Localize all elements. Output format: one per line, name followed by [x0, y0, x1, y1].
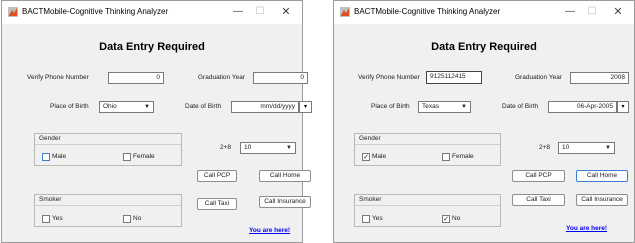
female-label: Female [452, 153, 474, 160]
birthplace-label: Place of Birth [50, 103, 89, 110]
math-label: 2+8 [539, 144, 551, 151]
yes-label: Yes [52, 215, 63, 222]
birthplace-dropdown[interactable]: Ohio ▼ [99, 101, 154, 113]
phone-label: Verify Phone Number [27, 74, 89, 81]
app-window-filled: BACTMobile-Cognitive Thinking Analyzer —… [333, 0, 635, 243]
phone-field[interactable]: 9125112415 [426, 71, 482, 84]
graduation-label: Graduation Year [198, 74, 245, 81]
dropdown-arrow-icon: ▼ [461, 104, 467, 110]
window-title: BACTMobile-Cognitive Thinking Analyzer [22, 7, 169, 16]
no-label: No [452, 215, 461, 222]
minimize-button[interactable]: — [558, 4, 582, 20]
divider [35, 144, 181, 145]
graduation-field[interactable]: 0 [253, 72, 308, 84]
graduation-field[interactable]: 2008 [570, 72, 629, 84]
dob-field[interactable]: 06-Apr-2005 [548, 101, 617, 113]
window-title: BACTMobile-Cognitive Thinking Analyzer [354, 7, 501, 16]
minimize-button[interactable]: — [226, 4, 250, 20]
phone-label: Verify Phone Number [358, 74, 420, 81]
call-home-button[interactable]: Call Home [259, 170, 311, 182]
smoker-panel: Smoker Yes ✓ No [354, 194, 501, 227]
call-insurance-button[interactable]: Call Insurance [576, 194, 628, 206]
math-value: 10 [562, 144, 570, 151]
math-dropdown[interactable]: 10 ▼ [240, 142, 296, 154]
call-taxi-button[interactable]: Call Taxi [512, 194, 565, 206]
you-are-here-link[interactable]: You are here! [249, 227, 290, 234]
app-window-empty: BACTMobile-Cognitive Thinking Analyzer —… [1, 0, 312, 243]
phone-field[interactable]: 0 [108, 72, 164, 84]
matlab-icon [8, 7, 18, 17]
math-dropdown[interactable]: 10 ▼ [558, 142, 615, 154]
yes-label: Yes [372, 215, 383, 222]
gender-panel: Gender ✓ Male Female [354, 133, 501, 166]
no-label: No [133, 215, 142, 222]
call-home-button[interactable]: Call Home [576, 170, 628, 182]
dob-label: Date of Birth [502, 103, 539, 110]
call-pcp-button[interactable]: Call PCP [512, 170, 565, 182]
female-checkbox[interactable] [123, 153, 131, 161]
dob-label: Date of Birth [185, 103, 222, 110]
divider [355, 144, 500, 145]
yes-checkbox[interactable] [42, 215, 50, 223]
dropdown-arrow-icon: ▼ [605, 145, 611, 151]
no-checkbox[interactable] [123, 215, 131, 223]
call-pcp-button[interactable]: Call PCP [197, 170, 237, 182]
divider [35, 205, 181, 206]
close-button[interactable]: ✕ [274, 4, 298, 20]
smoker-title: Smoker [39, 196, 62, 203]
math-value: 10 [244, 144, 252, 151]
smoker-panel: Smoker Yes No [34, 194, 182, 227]
calendar-dropdown-icon[interactable]: ▾ [617, 101, 629, 113]
male-label: Male [52, 153, 67, 160]
gender-panel: Gender Male Female [34, 133, 182, 166]
female-checkbox[interactable] [442, 153, 450, 161]
dropdown-arrow-icon: ▼ [144, 104, 150, 110]
graduation-label: Graduation Year [515, 74, 562, 81]
close-button[interactable]: ✕ [606, 4, 630, 20]
math-label: 2+8 [220, 144, 232, 151]
birthplace-value: Texas [422, 103, 439, 110]
call-taxi-button[interactable]: Call Taxi [197, 198, 237, 210]
gender-title: Gender [39, 135, 61, 142]
title-bar: BACTMobile-Cognitive Thinking Analyzer —… [334, 1, 634, 24]
matlab-icon [340, 7, 350, 17]
male-label: Male [372, 153, 387, 160]
page-title: Data Entry Required [431, 41, 537, 53]
yes-checkbox[interactable] [362, 215, 370, 223]
title-bar: BACTMobile-Cognitive Thinking Analyzer —… [2, 1, 302, 24]
maximize-button[interactable]: ☐ [248, 4, 272, 20]
male-checkbox[interactable]: ✓ [362, 153, 370, 161]
page-title: Data Entry Required [99, 41, 205, 53]
male-checkbox[interactable] [42, 153, 50, 161]
maximize-button[interactable]: ☐ [580, 4, 604, 20]
dob-field[interactable]: mm/dd/yyyy [231, 101, 299, 113]
birthplace-label: Place of Birth [371, 103, 410, 110]
birthplace-value: Ohio [103, 103, 117, 110]
gender-title: Gender [359, 135, 381, 142]
smoker-title: Smoker [359, 196, 382, 203]
divider [355, 205, 500, 206]
female-label: Female [133, 153, 155, 160]
call-insurance-button[interactable]: Call Insurance [259, 196, 311, 208]
you-are-here-link[interactable]: You are here! [566, 225, 607, 232]
birthplace-dropdown[interactable]: Texas ▼ [418, 101, 471, 113]
calendar-dropdown-icon[interactable]: ▾ [299, 101, 312, 113]
dropdown-arrow-icon: ▼ [286, 145, 292, 151]
no-checkbox[interactable]: ✓ [442, 215, 450, 223]
